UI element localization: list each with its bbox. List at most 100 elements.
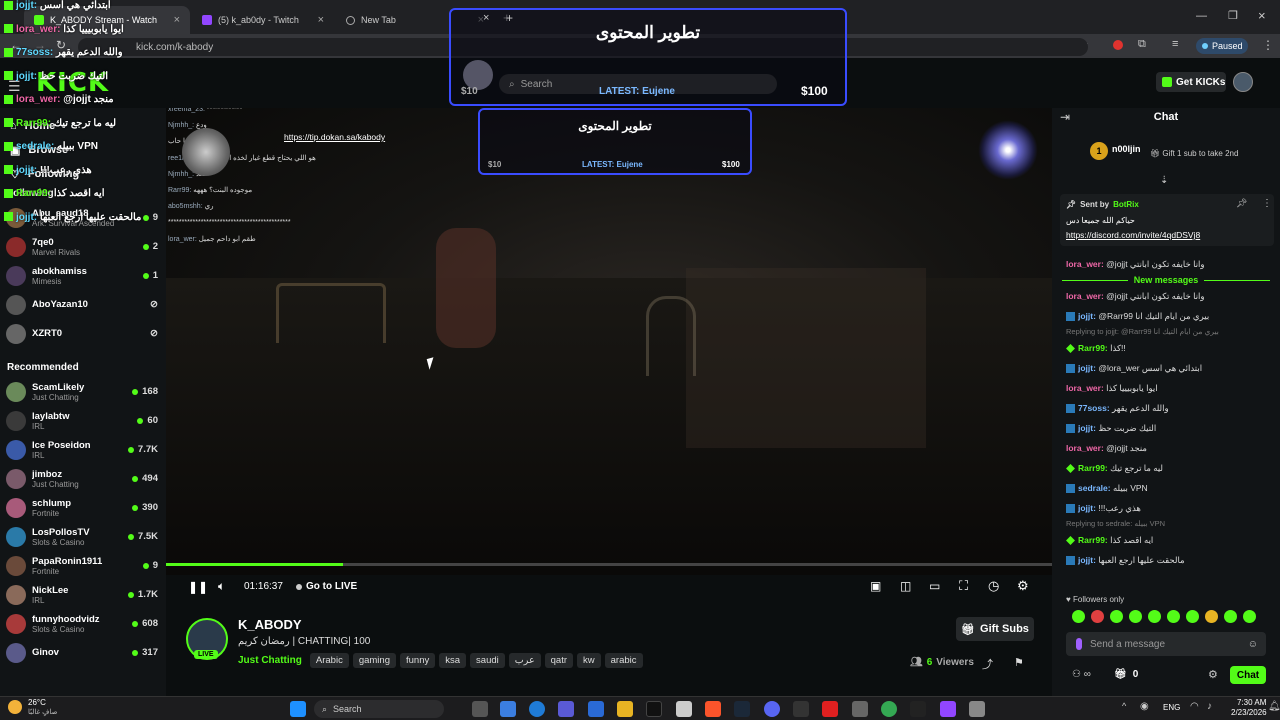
top-gifter-name[interactable]: n00ljin <box>1112 144 1141 154</box>
chat-username[interactable]: jojjt: <box>1078 311 1096 321</box>
recommended-channel[interactable]: NickLee IRL 1.7K <box>0 580 166 609</box>
chat-message[interactable]: Rarr99: ايه اقصد كذا <box>1052 530 1280 550</box>
category-link[interactable]: Just Chatting <box>238 655 302 666</box>
volume-icon[interactable]: 🔈︎ <box>218 579 225 594</box>
recommended-channel[interactable]: laylabtw IRL 60 <box>0 406 166 435</box>
chat-username[interactable]: Rarr99: <box>1078 535 1108 545</box>
recommended-channel[interactable]: funnyhoodvidz Slots & Casino 608 <box>0 609 166 638</box>
stream-tag[interactable]: Arabic <box>309 653 349 668</box>
teams-icon[interactable] <box>558 701 574 717</box>
share-icon[interactable]: ⤴ <box>982 656 993 672</box>
recommended-channel[interactable]: ScamLikely Just Chatting 168 <box>0 377 166 406</box>
stream-tag[interactable]: gaming <box>352 653 396 668</box>
streamer-name[interactable]: K_ABODY <box>238 617 302 632</box>
gift-prompt[interactable]: 🎁︎ Gift 1 sub to take 2nd <box>1150 149 1238 158</box>
seek-bar[interactable] <box>166 563 1052 566</box>
recommended-channel[interactable]: Ice Poseidon IRL 7.7K <box>0 435 166 464</box>
stream-tag[interactable]: kw <box>577 653 601 668</box>
reply-context[interactable]: Replying to jojjt: @Rarr99 بيري من ايام … <box>1052 326 1280 338</box>
chat-username[interactable]: lora_wer: <box>1066 443 1104 453</box>
brave-icon[interactable] <box>705 701 721 717</box>
chat-message[interactable]: Rarr99: كذا!! <box>1052 338 1280 358</box>
chat-message[interactable]: lora_wer: ايوا يابوبيييا كذا <box>1052 378 1280 398</box>
following-channel[interactable]: abokhamiss Mimesis 1 <box>0 261 166 290</box>
chat-message[interactable]: sedrale: ببيله VPN <box>1052 478 1280 498</box>
store-icon[interactable] <box>676 701 692 717</box>
pinned-more-icon[interactable]: ⋮ <box>1262 198 1272 209</box>
chat-username[interactable]: jojjt: <box>1078 503 1096 513</box>
clip-icon[interactable]: ◫ <box>900 579 911 593</box>
overlay-add-icon[interactable]: + <box>506 11 513 25</box>
expand-pinned-icon[interactable]: ⇣ <box>1160 175 1168 186</box>
following-channel[interactable]: XZRT0 ⊘ <box>0 319 166 348</box>
unpin-icon[interactable]: 📌︎ <box>1236 198 1247 209</box>
recommended-channel[interactable]: PapaRonin1911 Fortnite 9 <box>0 551 166 580</box>
chat-message[interactable]: 77soss: والله الدعم يقهر <box>1052 398 1280 418</box>
chat-username[interactable]: 77soss: <box>1078 403 1110 413</box>
speed-icon[interactable]: ◷ <box>988 578 999 594</box>
close-tab-icon[interactable]: × <box>318 14 324 26</box>
chat-message[interactable]: Rarr99: ليه ما ترجع تيك <box>1052 458 1280 478</box>
chat-username[interactable]: lora_wer: <box>1066 383 1104 393</box>
task-view-icon[interactable] <box>472 701 488 717</box>
extension-icon[interactable] <box>1113 40 1123 50</box>
get-kicks-button[interactable]: Get KICKs <box>1156 72 1226 92</box>
video-player[interactable]: xreema_23: ************* Njmhh_: ودع انا … <box>166 108 1052 575</box>
steam-icon[interactable] <box>734 701 750 717</box>
file-explorer-icon[interactable] <box>617 701 633 717</box>
tip-link[interactable]: https://tip.dokan.sa/kabody <box>284 132 385 142</box>
chat-message[interactable]: lora_wer: @jojjt منجد <box>1052 438 1280 458</box>
emote-icon[interactable] <box>1072 610 1085 623</box>
copilot-icon[interactable] <box>500 701 516 717</box>
menu-dots-icon[interactable]: ⋮ <box>1262 38 1274 52</box>
chat-message[interactable]: jojjt: !!!هذي رعب <box>1052 498 1280 518</box>
emote-icon[interactable] <box>1148 610 1161 623</box>
close-window-icon[interactable]: × <box>1258 8 1266 23</box>
following-channel[interactable]: 7qe0 Marvel Rivals 2 <box>0 232 166 261</box>
emote-icon[interactable] <box>1205 610 1218 623</box>
follow-user-icon[interactable]: ⚑ <box>1014 656 1024 669</box>
minimize-icon[interactable]: — <box>1196 10 1207 22</box>
recommended-channel[interactable]: jimboz Just Chatting 494 <box>0 464 166 493</box>
stream-tag[interactable]: arabic <box>604 653 643 668</box>
chat-username[interactable]: Rarr99: <box>1078 463 1108 473</box>
chat-username[interactable]: sedrale: <box>1078 483 1111 493</box>
maximize-icon[interactable]: ❐ <box>1228 9 1238 22</box>
pinned-link[interactable]: https://discord.com/invite/4qdDSVj8 <box>1066 230 1200 240</box>
chat-username[interactable]: lora_wer: <box>1066 259 1104 269</box>
emote-icon[interactable] <box>1186 610 1199 623</box>
close-tab-icon[interactable]: × <box>174 14 180 26</box>
pause-icon[interactable]: ❚❚ <box>188 580 208 594</box>
taskbar-search[interactable]: ⌕ Search <box>314 700 444 718</box>
tab-twitch[interactable]: (5) k_ab0dy - Twitch × <box>192 6 334 34</box>
reply-context[interactable]: Replying to sedrale: ببيله VPN <box>1052 518 1280 530</box>
stream-tag[interactable]: funny <box>400 653 436 668</box>
app-icon[interactable] <box>852 701 868 717</box>
chat-username[interactable]: Rarr99: <box>1078 343 1108 353</box>
emoji-icon[interactable]: ☺ <box>1248 639 1258 650</box>
settings-gear-icon[interactable]: ⚙ <box>1017 578 1029 594</box>
profile-paused-chip[interactable]: Paused <box>1196 38 1248 54</box>
mail-icon[interactable] <box>588 701 604 717</box>
stream-tag[interactable]: saudi <box>470 653 505 668</box>
puzzle-icon[interactable]: ⧉ <box>1138 38 1146 51</box>
overlay-close-icon[interactable]: × <box>483 12 489 24</box>
chat-settings-icon[interactable]: ⚙ <box>1208 668 1218 681</box>
chat-input[interactable]: Send a message ☺ <box>1066 632 1266 656</box>
xbox-icon[interactable] <box>793 701 809 717</box>
chat-message[interactable]: jojjt: @Rarr99 بيري من ايام التيك انا <box>1052 306 1280 326</box>
notification-bell-icon[interactable]: 🔔︎ <box>1268 701 1280 712</box>
edge-icon[interactable] <box>529 701 545 717</box>
emote-icon[interactable] <box>1129 610 1142 623</box>
stream-tag[interactable]: ksa <box>439 653 467 668</box>
settings-app-icon[interactable] <box>969 701 985 717</box>
chat-message[interactable]: jojjt: مالحقت عليها ارجع العبها <box>1052 550 1280 570</box>
volume-tray-icon[interactable]: ♪ <box>1207 701 1212 712</box>
stream-tag[interactable]: عرب <box>508 653 541 668</box>
emote-icon[interactable] <box>1167 610 1180 623</box>
kicks-infinite-icon[interactable]: ⚇ ∞ <box>1072 669 1091 680</box>
recommended-channel[interactable]: LosPollosTV Slots & Casino 7.5K <box>0 522 166 551</box>
chat-message[interactable]: jojjt: التيك ضربت حظ <box>1052 418 1280 438</box>
gift-subs-button[interactable]: 🎁︎ Gift Subs <box>956 617 1034 641</box>
kicks-balance[interactable]: 🎁︎ 0 <box>1114 669 1138 680</box>
